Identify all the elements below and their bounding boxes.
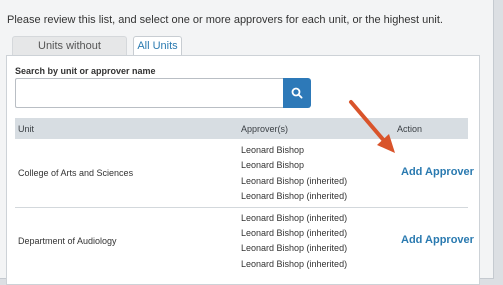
approver-name: Leonard Bishop (inherited) bbox=[241, 228, 348, 238]
search-button[interactable] bbox=[283, 78, 311, 108]
unit-name: Department of Audiology bbox=[18, 236, 117, 246]
approver-name: Leonard Bishop (inherited) bbox=[241, 259, 348, 269]
unit-name: College of Arts and Sciences bbox=[18, 168, 134, 178]
approver-name: Leonard Bishop (inherited) bbox=[241, 243, 348, 253]
column-header-action: Action bbox=[397, 124, 423, 134]
approvers-panel: Please review this list, and select one … bbox=[0, 0, 494, 285]
annotation-arrow-icon bbox=[349, 100, 395, 153]
approver-name: Leonard Bishop bbox=[241, 145, 305, 155]
column-header-unit: Unit bbox=[18, 124, 35, 134]
column-header-approvers: Approver(s) bbox=[241, 124, 289, 134]
search-label: Search by unit or approver name bbox=[15, 66, 156, 76]
approver-name: Leonard Bishop (inherited) bbox=[241, 213, 348, 223]
tab-units-without-approvers[interactable]: Units without Approvers bbox=[12, 36, 127, 71]
add-approver-link[interactable]: Add Approver bbox=[401, 166, 474, 178]
row-divider bbox=[15, 207, 468, 208]
search-input[interactable] bbox=[15, 78, 284, 108]
add-approver-link[interactable]: Add Approver bbox=[401, 234, 474, 246]
approver-name: Leonard Bishop bbox=[241, 160, 305, 170]
tab-all-units[interactable]: All Units bbox=[133, 36, 182, 56]
table-header: Unit Approver(s) Action bbox=[15, 118, 468, 139]
instructions-text: Please review this list, and select one … bbox=[7, 14, 443, 26]
approver-name: Leonard Bishop (inherited) bbox=[241, 176, 348, 186]
approver-name: Leonard Bishop (inherited) bbox=[241, 191, 348, 201]
search-icon bbox=[291, 87, 303, 99]
